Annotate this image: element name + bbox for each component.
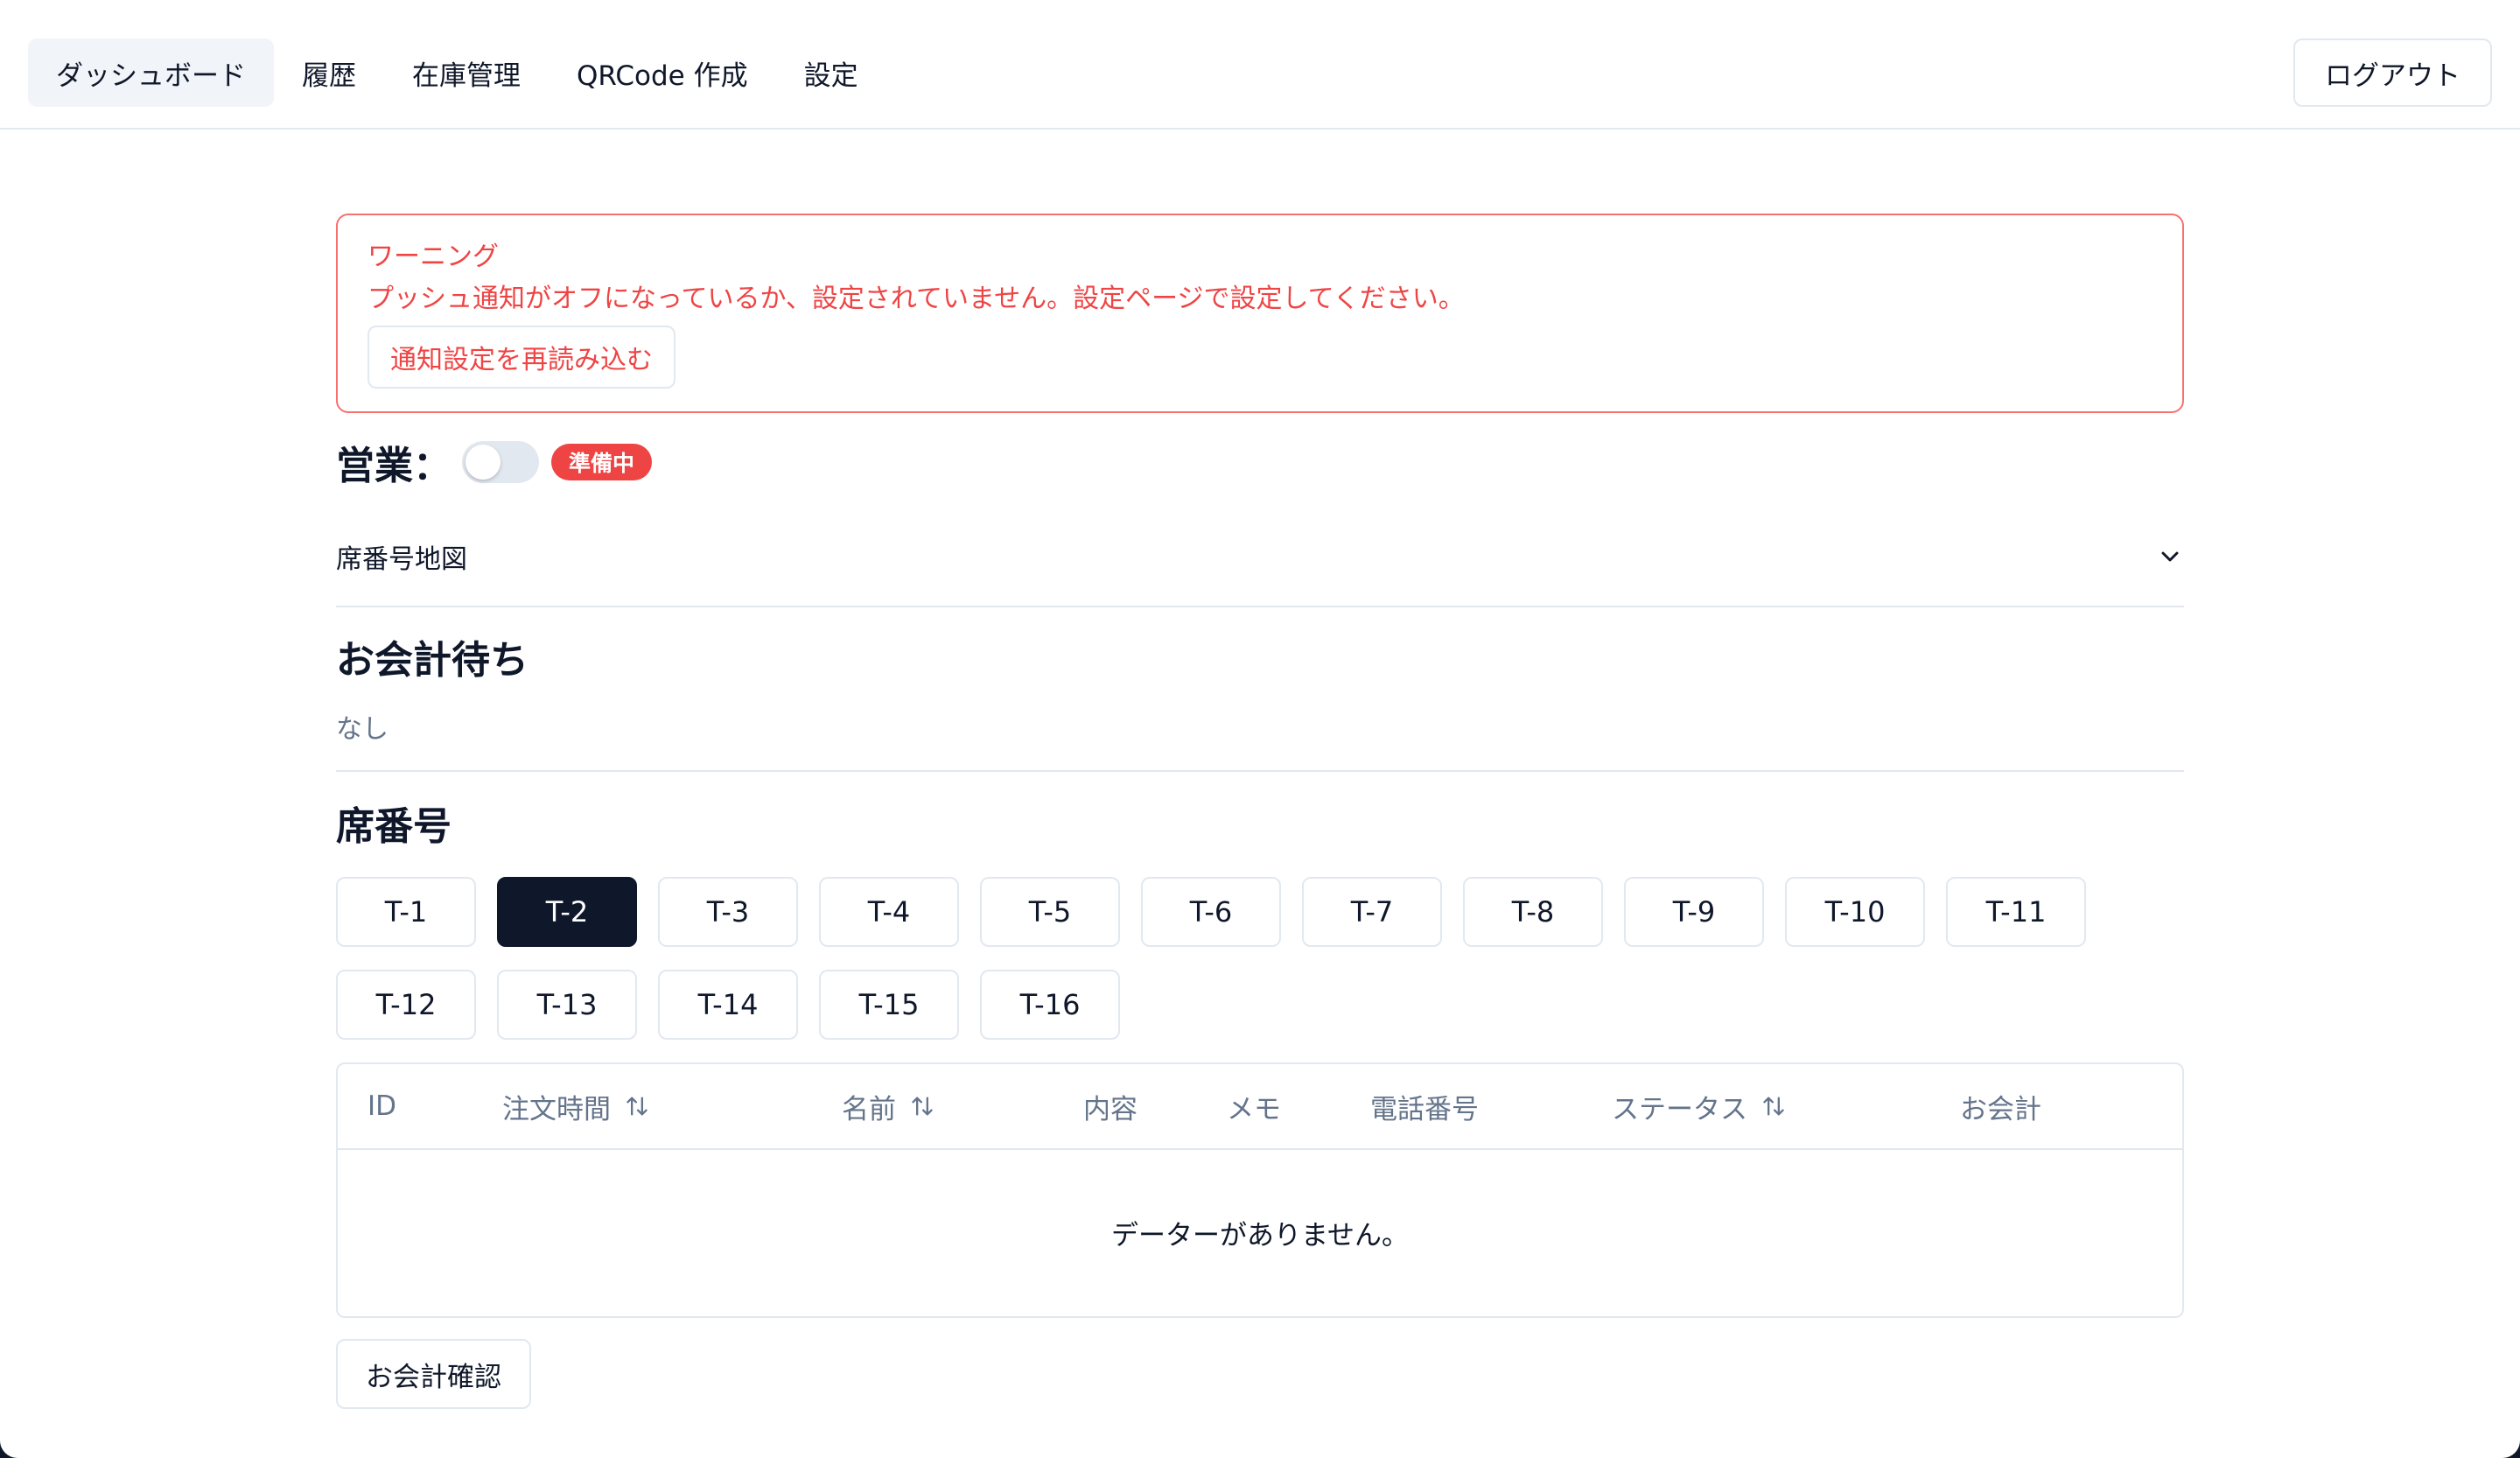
business-status-row: 営業： 準備中 <box>336 434 2184 490</box>
seat-button[interactable]: T-11 <box>1946 877 2086 947</box>
checkout-confirm-button[interactable]: お会計確認 <box>336 1339 531 1409</box>
sort-icon <box>1763 1097 1784 1116</box>
seat-button[interactable]: T-1 <box>336 877 476 947</box>
col-name[interactable]: 名前 <box>842 1064 934 1148</box>
seat-button[interactable]: T-9 <box>1624 877 1764 947</box>
pay-wait-section: お会計待ち なし <box>336 628 2184 746</box>
sort-icon <box>626 1097 648 1116</box>
col-checkout: お会計 <box>1960 1093 2041 1125</box>
sort-icon <box>912 1097 933 1116</box>
status-badge: 準備中 <box>551 444 653 480</box>
main-nav: ダッシュボード 履歴 在庫管理 QRCode 作成 設定 <box>28 39 886 107</box>
seat-button[interactable]: T-3 <box>658 877 798 947</box>
nav-settings[interactable]: 設定 <box>776 39 886 107</box>
logout-button[interactable]: ログアウト <box>2293 39 2492 107</box>
seat-button[interactable]: T-7 <box>1302 877 1442 947</box>
table-empty-message: データーがありません。 <box>1110 1219 1410 1251</box>
col-id: ID <box>368 1090 397 1122</box>
seat-map-accordion[interactable]: 席番号地図 <box>336 508 2184 607</box>
seat-section: 席番号 T-1 T-2 T-3 T-4 T-5 T-6 T-7 T-8 T-9 T-10 T-11 T… <box>336 795 2184 1040</box>
toggle-knob <box>466 445 500 480</box>
pay-wait-title: お会計待ち <box>336 638 528 683</box>
reload-notification-button[interactable]: 通知設定を再読み込む <box>368 326 676 389</box>
seat-button[interactable]: T-6 <box>1141 877 1281 947</box>
business-toggle[interactable] <box>462 441 539 483</box>
col-content: 内容 <box>1083 1093 1138 1125</box>
seat-button[interactable]: T-2 <box>497 877 637 947</box>
app-window: ダッシュボード 履歴 在庫管理 QRCode 作成 設定 ログアウト ワーニング… <box>0 0 2520 1458</box>
top-nav-bar: ダッシュボード 履歴 在庫管理 QRCode 作成 設定 ログアウト <box>0 0 2520 130</box>
main-content: ワーニング プッシュ通知がオフになっているか、設定されていません。設定ページで設… <box>336 214 2184 1409</box>
col-status[interactable]: ステータス <box>1612 1064 1786 1148</box>
col-phone: 電話番号 <box>1370 1093 1479 1125</box>
seat-button[interactable]: T-15 <box>819 970 959 1040</box>
nav-inventory[interactable]: 在庫管理 <box>384 39 549 107</box>
warning-alert: ワーニング プッシュ通知がオフになっているか、設定されていません。設定ページで設… <box>336 214 2184 413</box>
business-label: 営業： <box>336 444 452 488</box>
col-order-time[interactable]: 注文時間 <box>502 1064 649 1148</box>
chevron-down-icon <box>2161 551 2179 562</box>
col-memo: メモ <box>1227 1093 1281 1125</box>
seat-map-title: 席番号地図 <box>336 544 467 575</box>
seat-button[interactable]: T-12 <box>336 970 476 1040</box>
seat-section-title: 席番号 <box>336 804 452 849</box>
warning-message: プッシュ通知がオフになっているか、設定されていません。設定ページで設定してくださ… <box>368 284 1465 314</box>
orders-table: ID 注文時間 名前 内容 メモ 電話番号 ステータス お会計 データーがありま… <box>336 1062 2184 1318</box>
seat-button[interactable]: T-4 <box>819 877 959 947</box>
seat-buttons: T-1 T-2 T-3 T-4 T-5 T-6 T-7 T-8 T-9 T-10 T-11 T-12 T… <box>336 877 2184 1040</box>
seat-button[interactable]: T-16 <box>980 970 1120 1040</box>
nav-dashboard[interactable]: ダッシュボード <box>28 39 274 107</box>
nav-qrcode[interactable]: QRCode 作成 <box>549 39 776 107</box>
seat-button[interactable]: T-14 <box>658 970 798 1040</box>
divider <box>336 770 2184 772</box>
seat-button[interactable]: T-8 <box>1463 877 1603 947</box>
pay-wait-empty: なし <box>336 714 388 745</box>
seat-button[interactable]: T-13 <box>497 970 637 1040</box>
nav-history[interactable]: 履歴 <box>274 39 384 107</box>
seat-button[interactable]: T-10 <box>1785 877 1925 947</box>
seat-button[interactable]: T-5 <box>980 877 1120 947</box>
table-header: ID 注文時間 名前 内容 メモ 電話番号 ステータス お会計 <box>338 1064 2182 1150</box>
warning-title: ワーニング <box>368 242 499 272</box>
